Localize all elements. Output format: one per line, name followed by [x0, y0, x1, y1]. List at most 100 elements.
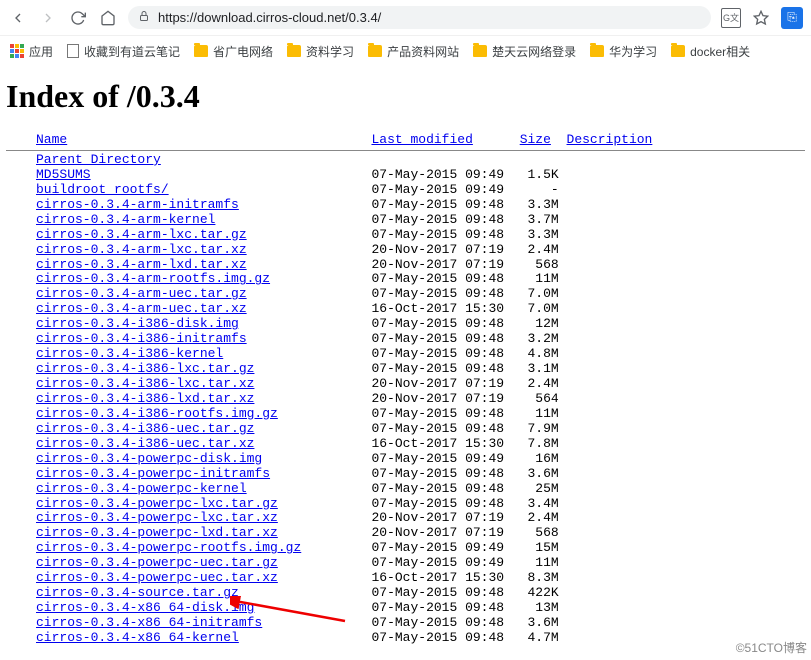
file-link[interactable]: cirros-0.3.4-powerpc-lxc.tar.gz: [36, 496, 278, 511]
bookmark-item[interactable]: 省广电网络: [194, 43, 273, 60]
file-row: cirros-0.3.4-powerpc-uec.tar.xz 16-Oct-2…: [6, 571, 805, 586]
file-row: cirros-0.3.4-x86 64-initramfs 07-May-201…: [6, 616, 805, 631]
col-size[interactable]: Size: [520, 132, 551, 147]
apps-label: 应用: [29, 43, 53, 60]
file-row: cirros-0.3.4-arm-lxc.tar.gz 07-May-2015 …: [6, 228, 805, 243]
col-desc[interactable]: Description: [567, 132, 653, 147]
file-row: cirros-0.3.4-arm-lxc.tar.xz 20-Nov-2017 …: [6, 243, 805, 258]
listing-header: Name Last modified Size Description: [6, 133, 805, 148]
file-link[interactable]: MD5SUMS: [36, 167, 91, 182]
file-link[interactable]: cirros-0.3.4-arm-initramfs: [36, 197, 239, 212]
folder-icon: [194, 45, 208, 57]
folder-icon: [590, 45, 604, 57]
file-row: cirros-0.3.4-arm-lxd.tar.xz 20-Nov-2017 …: [6, 258, 805, 273]
reload-icon[interactable]: [68, 8, 88, 28]
folder-icon: [287, 45, 301, 57]
file-link[interactable]: cirros-0.3.4-powerpc-lxd.tar.xz: [36, 525, 278, 540]
home-icon[interactable]: [98, 8, 118, 28]
address-bar[interactable]: https://download.cirros-cloud.net/0.3.4/: [128, 6, 711, 29]
file-row: cirros-0.3.4-i386-uec.tar.xz 16-Oct-2017…: [6, 437, 805, 452]
file-row: cirros-0.3.4-powerpc-lxc.tar.xz 20-Nov-2…: [6, 511, 805, 526]
file-row: cirros-0.3.4-i386-kernel 07-May-2015 09:…: [6, 347, 805, 362]
file-row: cirros-0.3.4-x86 64-kernel 07-May-2015 0…: [6, 631, 805, 646]
file-link[interactable]: cirros-0.3.4-i386-lxc.tar.gz: [36, 361, 254, 376]
file-link[interactable]: cirros-0.3.4-i386-initramfs: [36, 331, 247, 346]
file-row: cirros-0.3.4-powerpc-initramfs 07-May-20…: [6, 467, 805, 482]
bookmark-label: 资料学习: [306, 43, 354, 60]
bookmark-item[interactable]: 资料学习: [287, 43, 354, 60]
file-link[interactable]: cirros-0.3.4-i386-uec.tar.gz: [36, 421, 254, 436]
file-link[interactable]: cirros-0.3.4-i386-kernel: [36, 346, 223, 361]
page-icon: [67, 44, 79, 58]
parent-directory-link[interactable]: Parent Directory: [36, 152, 161, 167]
bookmark-item[interactable]: 收藏到有道云笔记: [67, 43, 180, 60]
file-link[interactable]: cirros-0.3.4-x86 64-kernel: [36, 630, 239, 645]
file-link[interactable]: cirros-0.3.4-x86 64-initramfs: [36, 615, 262, 630]
file-row: cirros-0.3.4-arm-uec.tar.gz 07-May-2015 …: [6, 287, 805, 302]
file-link[interactable]: cirros-0.3.4-arm-uec.tar.gz: [36, 286, 247, 301]
bookmark-label: 省广电网络: [213, 43, 273, 60]
page-content: Index of /0.3.4 Name Last modified Size …: [0, 66, 811, 648]
file-link[interactable]: cirros-0.3.4-powerpc-uec.tar.gz: [36, 555, 278, 570]
file-row: cirros-0.3.4-powerpc-lxd.tar.xz 20-Nov-2…: [6, 526, 805, 541]
file-link[interactable]: cirros-0.3.4-arm-lxc.tar.xz: [36, 242, 247, 257]
page-title: Index of /0.3.4: [6, 78, 805, 115]
file-link[interactable]: cirros-0.3.4-powerpc-rootfs.img.gz: [36, 540, 301, 555]
bookmark-item[interactable]: 楚天云网络登录: [473, 43, 576, 60]
file-link[interactable]: cirros-0.3.4-powerpc-initramfs: [36, 466, 270, 481]
file-row: cirros-0.3.4-i386-disk.img 07-May-2015 0…: [6, 317, 805, 332]
file-link[interactable]: cirros-0.3.4-i386-lxc.tar.xz: [36, 376, 254, 391]
file-link[interactable]: cirros-0.3.4-i386-disk.img: [36, 316, 239, 331]
bookmarks-bar: 应用 收藏到有道云笔记 省广电网络 资料学习 产品资料网站 楚天云网络登录 华为…: [0, 36, 811, 66]
file-row: cirros-0.3.4-powerpc-lxc.tar.gz 07-May-2…: [6, 497, 805, 512]
file-link[interactable]: cirros-0.3.4-powerpc-lxc.tar.xz: [36, 510, 278, 525]
watermark: ©51CTO博客: [736, 639, 807, 656]
folder-icon: [368, 45, 382, 57]
file-link[interactable]: cirros-0.3.4-arm-kernel: [36, 212, 215, 227]
file-link[interactable]: cirros-0.3.4-arm-lxc.tar.gz: [36, 227, 247, 242]
file-link[interactable]: cirros-0.3.4-arm-rootfs.img.gz: [36, 271, 270, 286]
lock-icon: [138, 10, 150, 25]
translate-icon[interactable]: G文: [721, 8, 741, 28]
file-row: cirros-0.3.4-powerpc-kernel 07-May-2015 …: [6, 482, 805, 497]
file-row: cirros-0.3.4-i386-lxc.tar.xz 20-Nov-2017…: [6, 377, 805, 392]
file-row: buildroot rootfs/ 07-May-2015 09:49 -: [6, 183, 805, 198]
col-name[interactable]: Name: [36, 132, 67, 147]
bookmark-label: 产品资料网站: [387, 43, 459, 60]
file-row: cirros-0.3.4-x86 64-disk.img 07-May-2015…: [6, 601, 805, 616]
file-link[interactable]: cirros-0.3.4-i386-uec.tar.xz: [36, 436, 254, 451]
col-modified[interactable]: Last modified: [371, 132, 472, 147]
back-icon[interactable]: [8, 8, 28, 28]
bookmark-item[interactable]: docker相关: [671, 43, 750, 60]
browser-toolbar: https://download.cirros-cloud.net/0.3.4/…: [0, 0, 811, 36]
file-link[interactable]: cirros-0.3.4-powerpc-uec.tar.xz: [36, 570, 278, 585]
file-row: cirros-0.3.4-i386-lxc.tar.gz 07-May-2015…: [6, 362, 805, 377]
file-link[interactable]: cirros-0.3.4-arm-uec.tar.xz: [36, 301, 247, 316]
file-row: MD5SUMS 07-May-2015 09:49 1.5K: [6, 168, 805, 183]
file-link[interactable]: cirros-0.3.4-i386-rootfs.img.gz: [36, 406, 278, 421]
apps-icon: [10, 44, 24, 58]
file-row: cirros-0.3.4-i386-rootfs.img.gz 07-May-2…: [6, 407, 805, 422]
file-link[interactable]: cirros-0.3.4-arm-lxd.tar.xz: [36, 257, 247, 272]
file-link[interactable]: cirros-0.3.4-i386-lxd.tar.xz: [36, 391, 254, 406]
file-link[interactable]: cirros-0.3.4-x86 64-disk.img: [36, 600, 254, 615]
apps-button[interactable]: 应用: [10, 43, 53, 60]
extension-icon[interactable]: ⎘: [781, 7, 803, 29]
bookmark-item[interactable]: 华为学习: [590, 43, 657, 60]
bookmark-label: 楚天云网络登录: [492, 43, 576, 60]
file-link[interactable]: cirros-0.3.4-source.tar.gz: [36, 585, 239, 600]
parent-row: Parent Directory: [6, 153, 805, 168]
file-link[interactable]: cirros-0.3.4-powerpc-disk.img: [36, 451, 262, 466]
folder-icon: [473, 45, 487, 57]
star-icon[interactable]: [751, 8, 771, 28]
file-row: cirros-0.3.4-arm-kernel 07-May-2015 09:4…: [6, 213, 805, 228]
file-link[interactable]: buildroot rootfs/: [36, 182, 169, 197]
bookmark-item[interactable]: 产品资料网站: [368, 43, 459, 60]
file-row: cirros-0.3.4-powerpc-rootfs.img.gz 07-Ma…: [6, 541, 805, 556]
folder-icon: [671, 45, 685, 57]
forward-icon[interactable]: [38, 8, 58, 28]
url-text: https://download.cirros-cloud.net/0.3.4/: [158, 10, 701, 25]
file-link[interactable]: cirros-0.3.4-powerpc-kernel: [36, 481, 247, 496]
bookmark-label: 华为学习: [609, 43, 657, 60]
file-row: cirros-0.3.4-i386-uec.tar.gz 07-May-2015…: [6, 422, 805, 437]
